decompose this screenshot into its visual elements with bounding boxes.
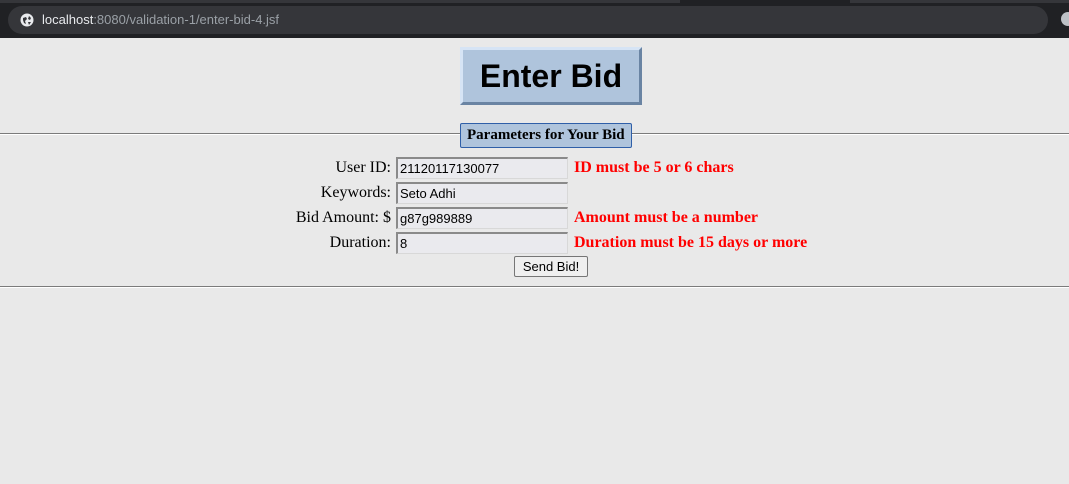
fieldset-legend: Parameters for Your Bid xyxy=(460,123,632,148)
duration-error: Duration must be 15 days or more xyxy=(574,234,808,251)
user-id-error: ID must be 5 or 6 chars xyxy=(574,159,734,176)
duration-input[interactable] xyxy=(396,232,568,254)
active-tab-edge[interactable] xyxy=(680,0,850,3)
keywords-label: Keywords: xyxy=(320,184,391,201)
page-content: Enter Bid Parameters for Your Bid User I… xyxy=(0,38,1069,484)
user-id-input[interactable] xyxy=(396,157,568,179)
browser-toolbar: localhost:8080/validation-1/enter-bid-4.… xyxy=(0,0,1069,38)
page-title-box: Enter Bid xyxy=(460,47,642,105)
url-host: localhost xyxy=(42,12,94,27)
url-path: :8080/validation-1/enter-bid-4.jsf xyxy=(93,12,280,27)
keywords-input[interactable] xyxy=(396,182,568,204)
send-bid-button[interactable]: Send Bid! xyxy=(514,256,588,277)
user-id-label: User ID: xyxy=(335,159,391,176)
tab-strip xyxy=(0,0,1069,3)
user-id-row: User ID: ID must be 5 or 6 chars xyxy=(0,157,1069,179)
duration-row: Duration: Duration must be 15 days or mo… xyxy=(0,232,1069,254)
site-info-icon[interactable] xyxy=(20,13,34,27)
fieldset-bottom-border xyxy=(0,286,1069,288)
bid-amount-row: Bid Amount: $ Amount must be a number xyxy=(0,207,1069,229)
page-title: Enter Bid xyxy=(479,58,623,94)
bid-amount-label: Bid Amount: $ xyxy=(295,209,391,226)
bid-amount-error: Amount must be a number xyxy=(574,209,759,226)
url-text[interactable]: localhost:8080/validation-1/enter-bid-4.… xyxy=(42,12,279,28)
bid-amount-input[interactable] xyxy=(396,207,568,229)
duration-label: Duration: xyxy=(329,234,391,251)
keywords-row: Keywords: xyxy=(0,182,1069,204)
address-bar[interactable]: localhost:8080/validation-1/enter-bid-4.… xyxy=(8,6,1048,34)
profile-icon[interactable] xyxy=(1061,12,1069,26)
